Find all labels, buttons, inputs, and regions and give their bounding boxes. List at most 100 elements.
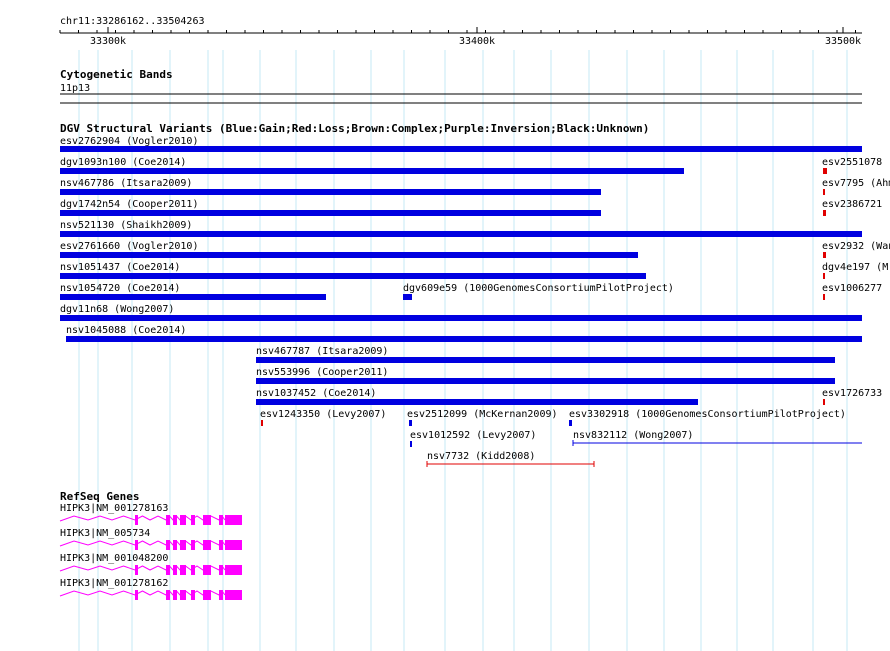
dgv-variant-label: dgv1093n100 (Coe2014) [60, 157, 186, 168]
dgv-variant[interactable]: nsv1045088 (Coe2014) [66, 325, 862, 342]
refseq-gene-label: HIPK3|NM_001048200 [60, 553, 168, 564]
cytoband-label: 11p13 [60, 83, 90, 94]
dgv-variant-label: esv2762904 (Vogler2010) [60, 136, 198, 147]
refseq-gene-label: HIPK3|NM_001278162 [60, 578, 168, 589]
dgv-variant[interactable]: dgv1093n100 (Coe2014) [60, 157, 684, 174]
refseq-exon [203, 590, 211, 600]
dgv-variant[interactable]: esv2551078 ( [822, 157, 890, 174]
dgv-variant-label: esv2512099 (McKernan2009) [407, 409, 558, 420]
dgv-variant[interactable]: esv2512099 (McKernan2009) [407, 409, 558, 426]
dgv-variant-mark [823, 399, 825, 405]
refseq-intron [59, 515, 226, 522]
refseq-exon [191, 515, 195, 525]
dgv-variant[interactable]: esv1243350 (Levy2007) [260, 409, 386, 426]
dgv-variant[interactable]: nsv467786 (Itsara2009) [60, 178, 601, 195]
dgv-variant-label: dgv11n68 (Wong2007) [60, 304, 174, 315]
refseq-exon [166, 590, 170, 600]
refseq-gene[interactable]: HIPK3|NM_005734 [59, 528, 242, 550]
dgv-variant[interactable]: dgv4e197 (M [822, 262, 888, 279]
tick-label-33500k: 33500k [825, 36, 861, 47]
dgv-variant-label: esv1726733 [822, 388, 882, 399]
dgv-variant-mark [823, 189, 825, 195]
refseq-exon [173, 590, 177, 600]
refseq-exon [219, 515, 223, 525]
dgv-variant[interactable]: dgv609e59 (1000GenomesConsortiumPilotPro… [403, 283, 674, 300]
dgv-variant[interactable]: esv3302918 (1000GenomesConsortiumPilotPr… [569, 409, 846, 426]
dgv-variant-label: dgv1742n54 (Cooper2011) [60, 199, 198, 210]
dgv-variant[interactable]: nsv467787 (Itsara2009) [256, 346, 835, 363]
dgv-variant-label: esv7795 (Ahm [822, 178, 890, 189]
dgv-variant[interactable]: dgv1742n54 (Cooper2011) [60, 199, 601, 216]
refseq-exon [225, 565, 242, 575]
refseq-track[interactable]: RefSeq Genes HIPK3|NM_001278163HIPK3|NM_… [59, 490, 242, 600]
dgv-variant[interactable]: nsv7732 (Kidd2008) [426, 451, 595, 467]
gene-features: HIPK3|NM_001278163 HIPK3|NM_005734 HIPK3|N… [59, 503, 242, 600]
coordinate-ruler[interactable]: chr11:33286162..33504263 33300k 33400k 3… [59, 16, 862, 47]
dgv-variant-bar [256, 378, 835, 384]
refseq-exon [166, 515, 170, 525]
dgv-variant-label: dgv609e59 (1000GenomesConsortiumPilotPro… [403, 283, 674, 294]
dgv-variant-mark [410, 441, 412, 447]
dgv-variant[interactable]: nsv521130 (Shaikh2009) [60, 220, 862, 237]
refseq-exon [180, 565, 186, 575]
dgv-variant[interactable]: nsv1054720 (Coe2014) [60, 283, 326, 300]
dgv-variant-mark [823, 273, 825, 279]
dgv-variant[interactable]: nsv553996 (Cooper2011) [256, 367, 835, 384]
dgv-variant[interactable]: esv1006277 [822, 283, 882, 300]
dgv-variant-bar [60, 294, 326, 300]
dgv-variant-label: nsv553996 (Cooper2011) [256, 367, 388, 378]
refseq-exon [225, 540, 242, 550]
dgv-variant[interactable]: esv1012592 (Levy2007) [410, 430, 536, 447]
dgv-variant[interactable]: esv2932 (Wan [822, 241, 890, 258]
dgv-variant-label: esv2761660 (Vogler2010) [60, 241, 198, 252]
refseq-exon [173, 540, 177, 550]
refseq-intron [59, 565, 226, 572]
refseq-gene-label: HIPK3|NM_001278163 [60, 503, 168, 514]
refseq-exon [135, 565, 138, 575]
dgv-variant-label: esv2551078 ( [822, 157, 890, 168]
tick-label-33300k: 33300k [90, 36, 126, 47]
dgv-variant-label: nsv1054720 (Coe2014) [60, 283, 180, 294]
dgv-variant-mark [823, 210, 826, 216]
cytoband-track[interactable]: Cytogenetic Bands 11p13 [60, 68, 862, 104]
dgv-variant-mark [261, 420, 263, 426]
dgv-track-title: DGV Structural Variants (Blue:Gain;Red:L… [60, 122, 649, 135]
dgv-variant-mark [409, 420, 412, 426]
refseq-exon [203, 515, 211, 525]
dgv-variant-label: nsv1045088 (Coe2014) [66, 325, 186, 336]
dgv-variant[interactable]: esv2386721 [822, 199, 882, 216]
refseq-gene[interactable]: HIPK3|NM_001048200 [59, 553, 242, 575]
dgv-variant[interactable]: esv1726733 [822, 388, 882, 405]
refseq-exon [173, 515, 177, 525]
cytoband-track-title: Cytogenetic Bands [60, 68, 173, 81]
dgv-variant[interactable]: nsv832112 (Wong2007) [572, 430, 862, 446]
refseq-exon [180, 540, 186, 550]
dgv-variant-bar [403, 294, 412, 300]
dgv-variant-label: nsv467787 (Itsara2009) [256, 346, 388, 357]
region-label: chr11:33286162..33504263 [60, 16, 205, 27]
refseq-gene[interactable]: HIPK3|NM_001278163 [59, 503, 242, 525]
dgv-variant[interactable]: esv7795 (Ahm [822, 178, 890, 195]
dgv-variant[interactable]: esv2762904 (Vogler2010) [60, 136, 862, 152]
refseq-track-title: RefSeq Genes [60, 490, 139, 503]
dgv-variant[interactable]: nsv1037452 (Coe2014) [256, 388, 698, 405]
dgv-variant-bar [256, 399, 698, 405]
dgv-variant-bar [66, 336, 862, 342]
refseq-exon [203, 565, 211, 575]
dgv-track[interactable]: DGV Structural Variants (Blue:Gain;Red:L… [60, 122, 890, 467]
dgv-variant-label: nsv521130 (Shaikh2009) [60, 220, 192, 231]
refseq-exon [166, 565, 170, 575]
refseq-exon [225, 515, 242, 525]
refseq-exon [203, 540, 211, 550]
dgv-variant-bar [60, 315, 862, 321]
refseq-gene[interactable]: HIPK3|NM_001278162 [59, 578, 242, 600]
dgv-variant[interactable]: dgv11n68 (Wong2007) [60, 304, 862, 321]
genome-browser-panel: chr11:33286162..33504263 33300k 33400k 3… [59, 16, 890, 651]
dgv-variant-bar [60, 210, 601, 216]
dgv-variant-mark [823, 252, 826, 258]
refseq-exon [135, 515, 138, 525]
refseq-exon [191, 565, 195, 575]
dgv-variant[interactable]: nsv1051437 (Coe2014) [60, 262, 646, 279]
refseq-exon [180, 515, 186, 525]
dgv-variant-bar [60, 252, 638, 258]
